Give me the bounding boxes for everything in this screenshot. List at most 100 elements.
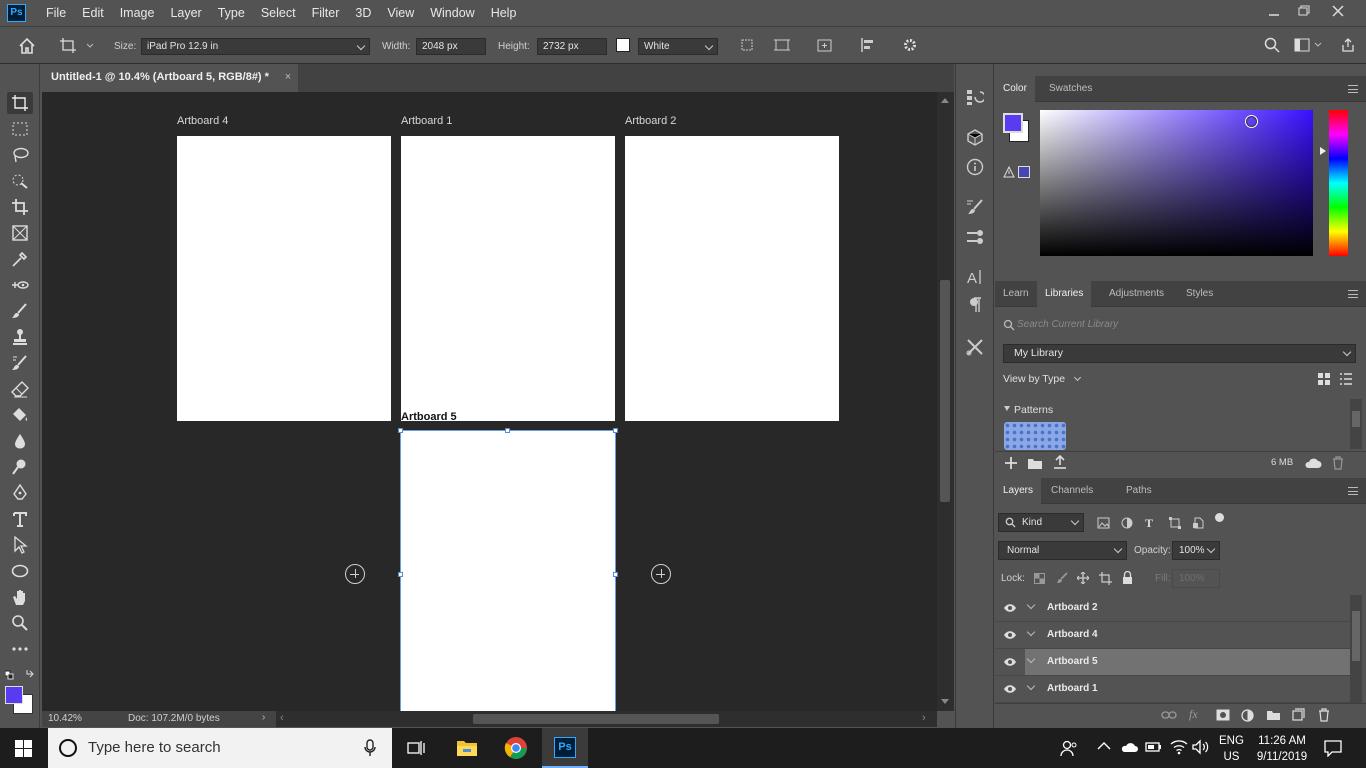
artboard[interactable] xyxy=(625,136,839,421)
volume-icon[interactable] xyxy=(1192,739,1210,755)
type-tool-icon[interactable] xyxy=(7,508,33,530)
hue-slider-marker-icon[interactable] xyxy=(1320,147,1326,155)
library-select[interactable]: My Library xyxy=(1003,344,1356,363)
visibility-eye-icon[interactable] xyxy=(1003,630,1017,640)
layer-name[interactable]: Artboard 5 xyxy=(1047,656,1098,667)
artboard[interactable] xyxy=(177,136,391,421)
scroll-left-icon[interactable]: ‹ xyxy=(280,712,284,724)
action-center-notification-icon[interactable] xyxy=(1324,739,1342,757)
grid-view-icon[interactable] xyxy=(1317,372,1331,386)
filter-smart-object-icon[interactable] xyxy=(1192,517,1204,529)
lock-all-icon[interactable] xyxy=(1122,571,1133,584)
layers-scrollbar[interactable] xyxy=(1350,595,1362,703)
align-icon[interactable] xyxy=(860,37,876,53)
history-icon[interactable] xyxy=(964,86,986,108)
layer-row[interactable]: Artboard 4 xyxy=(995,622,1350,649)
zoom-level[interactable]: 10.42% xyxy=(48,713,82,724)
resize-handle[interactable] xyxy=(613,572,618,577)
eyedropper-tool-icon[interactable] xyxy=(7,248,33,270)
pattern-thumbnail[interactable] xyxy=(1004,422,1066,450)
tab-libraries[interactable]: Libraries xyxy=(1037,281,1092,307)
menu-select[interactable]: Select xyxy=(253,0,304,26)
fit-artboard-icon[interactable] xyxy=(773,37,791,53)
scroll-up-icon[interactable] xyxy=(941,98,949,103)
filter-adjustment-icon[interactable] xyxy=(1121,517,1133,529)
horizontal-scroll-thumb[interactable] xyxy=(473,714,719,724)
upload-icon[interactable] xyxy=(1053,455,1067,470)
horizontal-scrollbar[interactable]: ‹ › xyxy=(276,711,937,727)
menu-file[interactable]: File xyxy=(38,0,74,26)
resize-handle[interactable] xyxy=(613,428,618,433)
character-icon[interactable]: A xyxy=(964,266,986,288)
add-artboard-icon[interactable] xyxy=(816,37,834,53)
resize-handle[interactable] xyxy=(398,572,403,577)
lock-pixels-brush-icon[interactable] xyxy=(1056,572,1068,584)
marquee-tool-icon[interactable] xyxy=(7,118,33,140)
scroll-right-icon[interactable]: › xyxy=(922,712,926,724)
filter-shape-icon[interactable] xyxy=(1169,517,1181,529)
layer-row[interactable]: Artboard 2 xyxy=(995,595,1350,622)
menu-edit[interactable]: Edit xyxy=(74,0,112,26)
expand-chevron-icon[interactable] xyxy=(1026,600,1036,610)
artboard-selected[interactable] xyxy=(400,430,616,711)
width-input[interactable]: 2048 px xyxy=(416,38,486,55)
view-by-chevron-icon[interactable] xyxy=(1073,373,1082,382)
restore-button[interactable] xyxy=(1288,0,1320,22)
adjustment-layer-icon[interactable] xyxy=(1241,709,1254,722)
brushes-icon[interactable] xyxy=(964,226,986,248)
panel-menu-icon[interactable] xyxy=(1348,487,1358,495)
library-search-input[interactable]: Search Current Library xyxy=(1017,319,1118,330)
vertical-scroll-thumb[interactable] xyxy=(940,280,950,502)
menu-layer[interactable]: Layer xyxy=(162,0,209,26)
wifi-icon[interactable] xyxy=(1170,739,1188,755)
tab-adjustments[interactable]: Adjustments xyxy=(1101,281,1172,307)
menu-type[interactable]: Type xyxy=(210,0,253,26)
history-brush-tool-icon[interactable] xyxy=(7,352,33,374)
visibility-eye-icon[interactable] xyxy=(1003,657,1017,667)
dodge-tool-icon[interactable] xyxy=(7,456,33,478)
show-hidden-icons-chevron-icon[interactable] xyxy=(1097,741,1111,751)
artboard-label[interactable]: Artboard 2 xyxy=(625,115,676,127)
microphone-icon[interactable] xyxy=(364,739,376,757)
layer-name[interactable]: Artboard 4 xyxy=(1047,629,1098,640)
artboard-tool-icon[interactable] xyxy=(59,37,95,54)
search-icon[interactable] xyxy=(1264,37,1280,53)
lock-position-move-icon[interactable] xyxy=(1077,572,1089,584)
document-tab[interactable]: Untitled-1 @ 10.4% (Artboard 5, RGB/8#) … xyxy=(42,64,298,92)
resize-handle[interactable] xyxy=(505,428,510,433)
healing-brush-tool-icon[interactable] xyxy=(7,274,33,296)
tab-learn[interactable]: Learn xyxy=(995,281,1037,307)
library-scrollbar[interactable] xyxy=(1350,399,1362,449)
layer-filter-kind-select[interactable]: Kind xyxy=(998,513,1084,532)
tool-presets-icon[interactable] xyxy=(964,336,986,358)
link-layers-icon[interactable] xyxy=(1161,710,1177,720)
settings-gear-icon[interactable] xyxy=(902,37,918,53)
photoshop-taskbar-button[interactable]: Ps xyxy=(542,728,588,768)
menu-3d[interactable]: 3D xyxy=(347,0,379,26)
tab-color[interactable]: Color xyxy=(995,76,1035,102)
battery-icon[interactable] xyxy=(1145,741,1163,753)
crop-tool-icon[interactable] xyxy=(7,196,33,218)
filter-pixel-icon[interactable] xyxy=(1097,517,1110,529)
home-icon[interactable] xyxy=(18,37,36,54)
artboard-tool-icon[interactable] xyxy=(7,92,33,114)
hand-tool-icon[interactable] xyxy=(7,586,33,608)
menu-help[interactable]: Help xyxy=(483,0,525,26)
paint-bucket-tool-icon[interactable] xyxy=(7,404,33,426)
close-tab-icon[interactable]: × xyxy=(278,64,298,91)
file-explorer-icon[interactable] xyxy=(456,738,478,758)
path-selection-tool-icon[interactable] xyxy=(7,534,33,556)
tab-swatches[interactable]: Swatches xyxy=(1041,76,1100,102)
resize-handle[interactable] xyxy=(398,428,403,433)
ellipse-tool-icon[interactable] xyxy=(7,560,33,582)
new-group-folder-icon[interactable] xyxy=(1266,709,1281,721)
filter-toggle-icon[interactable] xyxy=(1215,513,1224,522)
foreground-color-well[interactable] xyxy=(5,686,23,704)
background-color-swatch[interactable] xyxy=(616,38,630,52)
blur-tool-icon[interactable] xyxy=(7,430,33,452)
fill-input[interactable]: 100% xyxy=(1172,569,1220,588)
folder-icon[interactable] xyxy=(1027,456,1043,470)
hue-slider[interactable] xyxy=(1329,110,1348,256)
new-layer-icon[interactable] xyxy=(1292,708,1305,721)
expand-chevron-icon[interactable] xyxy=(1026,627,1036,637)
